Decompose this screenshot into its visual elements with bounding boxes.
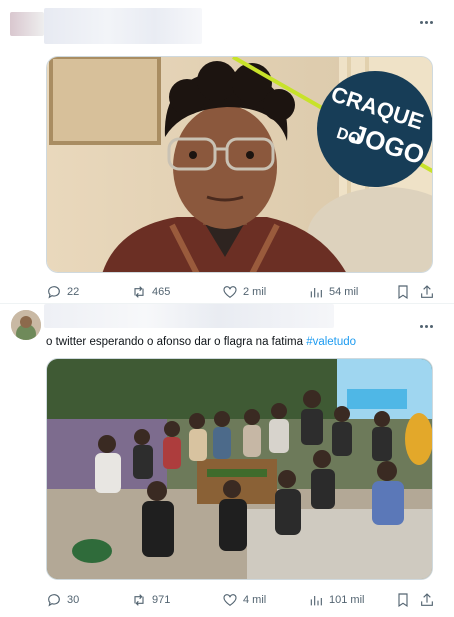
tweet-body: o twitter esperando o afonso dar o flagr… bbox=[46, 336, 307, 348]
avatar[interactable] bbox=[11, 310, 41, 340]
views-icon bbox=[310, 288, 322, 298]
retweet-count: 971 bbox=[152, 594, 171, 606]
more-icon[interactable] bbox=[416, 16, 436, 28]
bookmark-icon bbox=[398, 593, 408, 608]
like-button[interactable]: 2 mil bbox=[222, 284, 266, 300]
reply-button[interactable]: 30 bbox=[46, 592, 79, 608]
tweet-1[interactable]: CRAQUE DO JOGO 22 465 2 mil 54 mil bbox=[0, 0, 454, 304]
share-button[interactable] bbox=[419, 284, 435, 300]
tweet-2[interactable]: o twitter esperando o afonso dar o flagr… bbox=[0, 304, 454, 617]
tweet-2-actions: 30 971 4 mil 101 mil bbox=[46, 591, 434, 609]
like-count: 2 mil bbox=[243, 286, 267, 298]
redacted-author-name bbox=[44, 304, 334, 328]
bookmark-button[interactable] bbox=[395, 284, 411, 300]
tweet-text: o twitter esperando o afonso dar o flagr… bbox=[46, 335, 356, 349]
views-icon bbox=[310, 596, 322, 606]
share-icon bbox=[421, 285, 433, 298]
like-button[interactable]: 4 mil bbox=[222, 592, 266, 608]
like-icon bbox=[223, 594, 237, 607]
retweet-icon bbox=[134, 594, 144, 606]
share-icon bbox=[421, 593, 433, 606]
hashtag-link[interactable]: #valetudo bbox=[306, 336, 356, 348]
bookmark-button[interactable] bbox=[395, 592, 411, 608]
bookmark-icon bbox=[398, 285, 408, 300]
tweet-1-actions: 22 465 2 mil 54 mil bbox=[46, 283, 434, 301]
views-count: 54 mil bbox=[329, 286, 359, 298]
more-icon[interactable] bbox=[416, 320, 436, 332]
redacted-author-avatar bbox=[10, 12, 44, 36]
redacted-author-name bbox=[44, 8, 202, 44]
reply-count: 22 bbox=[67, 286, 80, 298]
reply-icon bbox=[48, 594, 60, 607]
retweet-count: 465 bbox=[152, 286, 171, 298]
retweet-icon bbox=[134, 286, 144, 298]
reply-icon bbox=[48, 286, 60, 299]
like-count: 4 mil bbox=[243, 594, 267, 606]
views-count: 101 mil bbox=[329, 594, 365, 606]
retweet-button[interactable]: 465 bbox=[131, 284, 170, 300]
reply-button[interactable]: 22 bbox=[46, 284, 79, 300]
share-button[interactable] bbox=[419, 592, 435, 608]
views-button[interactable]: 54 mil bbox=[308, 284, 358, 300]
tweet-photo[interactable] bbox=[46, 358, 433, 580]
views-button[interactable]: 101 mil bbox=[308, 592, 364, 608]
reply-count: 30 bbox=[67, 594, 80, 606]
photo-group-sitting bbox=[47, 359, 432, 579]
photo-man-with-glasses: CRAQUE DO JOGO bbox=[47, 57, 432, 272]
retweet-button[interactable]: 971 bbox=[131, 592, 170, 608]
like-icon bbox=[223, 286, 237, 299]
tweet-photo[interactable]: CRAQUE DO JOGO bbox=[46, 56, 433, 273]
